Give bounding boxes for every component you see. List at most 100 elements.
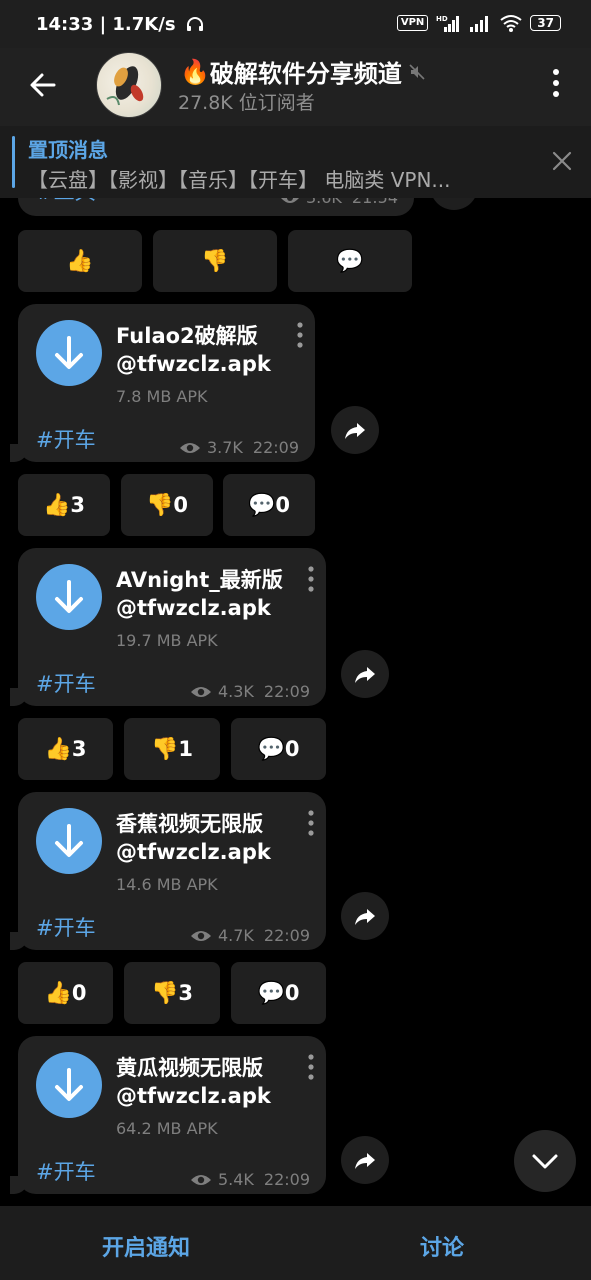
reaction-comment[interactable]: 💬 <box>288 230 412 292</box>
message-bubble-partial[interactable]: #工具 3.6K 21:54 <box>18 198 414 216</box>
close-icon[interactable] <box>551 150 573 172</box>
file-message[interactable]: 黄瓜视频无限版 @tfwzclz.apk 64.2 MB APK #开车 5.4K… <box>10 1036 326 1194</box>
thumbs-down-emoji: 👎 <box>150 736 179 762</box>
thumbs-up-emoji: 👍 <box>42 492 71 518</box>
file-message[interactable]: Fulao2破解版 @tfwzclz.apk 7.8 MB APK #开车 3.7… <box>10 304 315 462</box>
share-icon <box>345 423 365 439</box>
reaction-dislike[interactable]: 👎 1 <box>124 718 220 780</box>
file-name-line2: @tfwzclz.apk <box>116 352 271 376</box>
reaction-comment[interactable]: 💬 0 <box>231 962 326 1024</box>
channel-avatar[interactable] <box>96 52 162 118</box>
share-button-partial[interactable] <box>430 198 478 210</box>
speech-bubble-emoji: 💬 <box>247 492 276 518</box>
reaction-like[interactable]: 👍 0 <box>18 962 113 1024</box>
file-size: 7.8 MB APK <box>116 387 208 406</box>
koi-illustration <box>106 66 144 106</box>
thumbs-down-emoji: 👎 <box>145 492 174 518</box>
reaction-comment[interactable]: 💬 0 <box>223 474 315 536</box>
file-name-line2: @tfwzclz.apk <box>116 1084 271 1108</box>
reaction-count: 0 <box>284 981 300 1005</box>
hashtag[interactable]: #开车 <box>36 424 96 454</box>
download-button[interactable] <box>36 808 102 874</box>
reaction-like[interactable]: 👍 <box>18 230 142 292</box>
pinned-label: 置顶消息 <box>28 138 108 162</box>
file-message[interactable]: AVnight_最新版 @tfwzclz.apk 19.7 MB APK #开车 … <box>10 548 326 706</box>
reaction-dislike[interactable]: 👎 0 <box>121 474 213 536</box>
message-time: 22:09 <box>263 1170 310 1189</box>
bubble-tail <box>10 1176 28 1194</box>
reaction-count: 0 <box>71 981 87 1005</box>
more-vert-icon[interactable] <box>297 322 303 348</box>
signal-icon: HD <box>436 15 460 32</box>
file-size: 64.2 MB APK <box>116 1119 218 1138</box>
hashtag[interactable]: #工具 <box>36 198 96 206</box>
headphones-icon <box>186 17 203 31</box>
hashtag[interactable]: #开车 <box>36 668 96 698</box>
share-icon <box>355 1153 375 1169</box>
download-button[interactable] <box>36 1052 102 1118</box>
subscriber-count: 27.8K 位订阅者 <box>178 92 315 114</box>
message-list[interactable]: #工具 3.6K 21:54 👍 👎 💬 Fulao2破解版 @tfwzclz.a… <box>0 198 591 1206</box>
hashtag[interactable]: #开车 <box>36 1156 96 1186</box>
more-vert-icon[interactable] <box>308 566 314 592</box>
bubble-tail <box>10 444 28 462</box>
view-count: 3.7K <box>206 438 243 457</box>
share-button[interactable] <box>341 892 389 940</box>
vpn-badge: VPN <box>396 15 429 31</box>
discussion-button[interactable]: 讨论 <box>420 1230 464 1262</box>
file-name: 黄瓜视频无限版 @tfwzclz.apk <box>116 1054 271 1110</box>
thumbs-up-emoji: 👍 <box>44 736 72 762</box>
eye-icon <box>190 686 211 697</box>
download-icon <box>55 580 83 613</box>
message-meta: 5.4K 22:09 <box>190 1170 310 1189</box>
reaction-count: 0 <box>173 493 189 517</box>
download-button[interactable] <box>36 564 102 630</box>
message-meta: 4.7K 22:09 <box>190 926 310 945</box>
enable-notifications-button[interactable]: 开启通知 <box>102 1230 190 1262</box>
reaction-comment[interactable]: 💬 0 <box>231 718 326 780</box>
status-time-speed: 14:33 | 1.7K/s <box>36 14 204 35</box>
file-name-line1: Fulao2破解版 <box>116 324 258 348</box>
file-message[interactable]: 香蕉视频无限版 @tfwzclz.apk 14.6 MB APK #开车 4.7K… <box>10 792 326 950</box>
message-meta: 3.6K 21:54 <box>280 198 398 207</box>
view-count: 4.3K <box>217 682 254 701</box>
signal-2-icon <box>470 16 489 32</box>
share-icon <box>355 667 375 683</box>
reaction-count: 0 <box>284 737 300 761</box>
scroll-to-bottom-button[interactable] <box>514 1130 576 1192</box>
reaction-count: 3 <box>70 493 86 517</box>
back-arrow-icon[interactable] <box>26 68 60 102</box>
svg-text:HD: HD <box>436 15 448 23</box>
download-button[interactable] <box>36 320 102 386</box>
speech-bubble-emoji: 💬 <box>336 248 364 274</box>
file-size: 14.6 MB APK <box>116 875 218 894</box>
more-vert-icon[interactable] <box>308 810 314 836</box>
file-name: Fulao2破解版 @tfwzclz.apk <box>116 322 271 378</box>
pinned-indicator <box>12 136 15 188</box>
pinned-text: 【云盘】【影视】【音乐】【开车】 电脑类 VPN... <box>28 168 451 192</box>
share-button[interactable] <box>341 1136 389 1184</box>
reaction-count: 0 <box>275 493 291 517</box>
more-vert-icon[interactable] <box>308 1054 314 1080</box>
file-name-line2: @tfwzclz.apk <box>116 840 271 864</box>
message-time: 21:54 <box>352 198 398 207</box>
bubble-tail <box>10 688 28 706</box>
file-name-line1: 香蕉视频无限版 <box>116 812 263 836</box>
pinned-message-bar[interactable]: 置顶消息 【云盘】【影视】【音乐】【开车】 电脑类 VPN... <box>0 126 591 198</box>
status-time-text: 14:33 | 1.7K/s <box>36 14 176 35</box>
battery-indicator: 37 <box>530 15 561 31</box>
status-bar: 14:33 | 1.7K/s VPN HD 37 <box>0 0 591 48</box>
thumbs-up-emoji: 👍 <box>66 248 94 274</box>
share-button[interactable] <box>341 650 389 698</box>
more-vert-icon[interactable] <box>551 68 561 98</box>
reaction-dislike[interactable]: 👎 <box>153 230 277 292</box>
channel-title[interactable]: 🔥 破解软件分享频道 <box>180 54 426 89</box>
mute-icon <box>409 63 425 80</box>
share-button[interactable] <box>331 406 379 454</box>
reaction-like[interactable]: 👍 3 <box>18 718 113 780</box>
download-icon <box>55 336 83 369</box>
hashtag[interactable]: #开车 <box>36 912 96 942</box>
reaction-like[interactable]: 👍 3 <box>18 474 110 536</box>
eye-icon <box>179 442 200 453</box>
reaction-dislike[interactable]: 👎 3 <box>124 962 220 1024</box>
